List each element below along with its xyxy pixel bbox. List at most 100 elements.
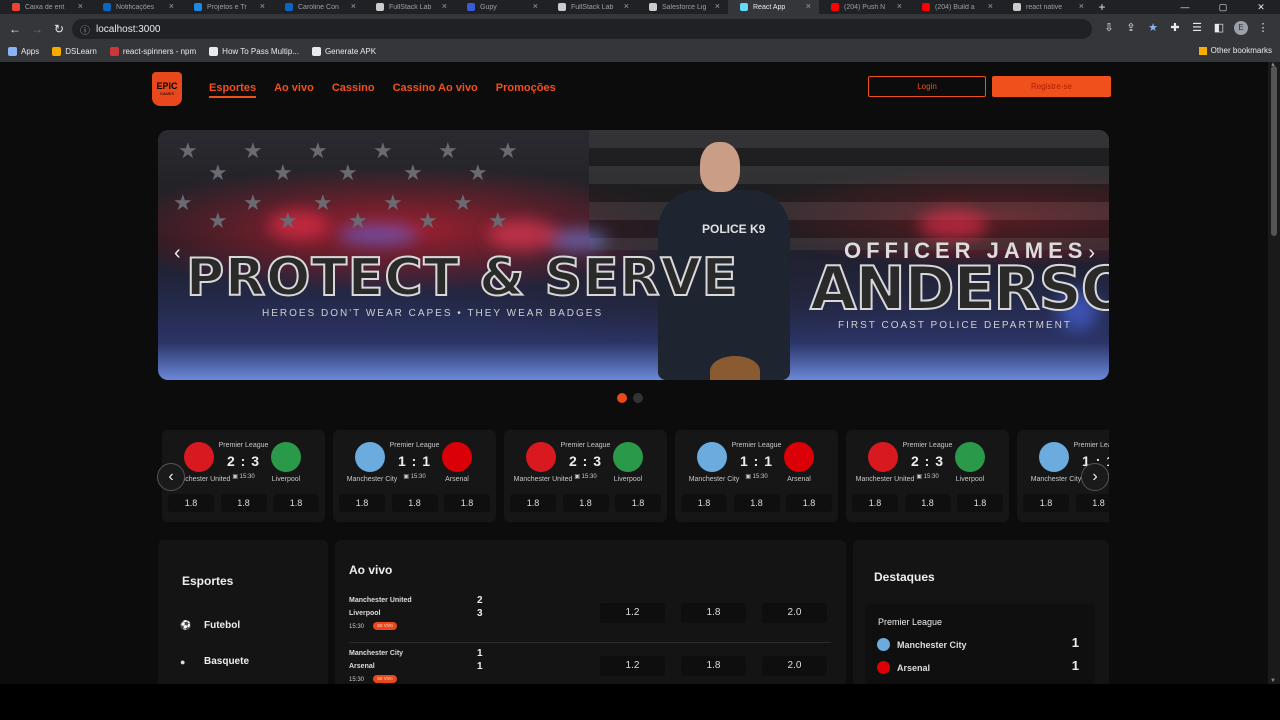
odd-button[interactable]: 1.8 xyxy=(444,494,490,512)
login-button[interactable]: Login xyxy=(868,76,986,97)
highlight-card[interactable]: Premier League Manchester City 1 Arsenal… xyxy=(865,604,1095,684)
odd-button[interactable]: 1.8 xyxy=(681,656,746,676)
tab-close-icon[interactable]: × xyxy=(260,1,265,11)
odd-button[interactable]: 1.8 xyxy=(168,494,214,512)
other-bookmarks[interactable]: Other bookmarks xyxy=(1198,46,1272,55)
match-card[interactable]: Premier League 2 : 3 ▣ 15:30 Manchester Uni… xyxy=(846,430,1009,522)
live-match-row[interactable]: Manchester City Arsenal 1 1 15:30 ao vivo 1.2 1… xyxy=(349,648,831,684)
profile-avatar[interactable]: E xyxy=(1234,21,1248,35)
odd-button[interactable]: 1.2 xyxy=(600,656,665,676)
address-bar[interactable]: ⓘ localhost:3000 xyxy=(72,19,1092,39)
bookmark-item[interactable]: DSLearn xyxy=(52,46,97,56)
browser-tab[interactable]: (204) Build a × xyxy=(910,0,1001,14)
odd-button[interactable]: 2.0 xyxy=(762,656,827,676)
nav-item[interactable]: Cassino Ao vivo xyxy=(393,82,478,98)
side-panel-icon[interactable]: ◧ xyxy=(1212,21,1226,35)
new-tab-icon[interactable]: + xyxy=(1092,0,1112,14)
match-card[interactable]: Premier League1 : 1▣ 15:30Manchester Cit… xyxy=(675,430,838,522)
odd-button[interactable]: 1.8 xyxy=(957,494,1003,512)
banner-next-icon[interactable]: › xyxy=(1088,242,1095,265)
tab-label: FullStack Lab xyxy=(571,3,614,11)
close-window-icon[interactable]: ✕ xyxy=(1242,0,1280,14)
tab-close-icon[interactable]: × xyxy=(624,1,629,11)
install-icon[interactable]: ⇩ xyxy=(1102,21,1116,35)
odd-button[interactable]: 1.8 xyxy=(615,494,661,512)
browser-tab[interactable]: Salesforce Lig × xyxy=(637,0,728,14)
bookmark-item[interactable]: How To Pass Multip... xyxy=(209,46,299,56)
odd-button[interactable]: 1.8 xyxy=(1023,494,1069,512)
nav-item[interactable]: Promoções xyxy=(496,82,556,98)
odd-button[interactable]: 1.8 xyxy=(852,494,898,512)
match-card[interactable]: Premier League 2 : 3 ▣ 15:30 Manchester Uni… xyxy=(162,430,325,522)
browser-tab[interactable]: FullStack Lab × xyxy=(364,0,455,14)
browser-tab[interactable]: Gupy × xyxy=(455,0,546,14)
forward-icon[interactable]: → xyxy=(26,22,48,36)
odd-button[interactable]: 1.8 xyxy=(562,494,609,512)
tab-close-icon[interactable]: × xyxy=(533,1,538,11)
bookmark-item[interactable]: Apps xyxy=(8,46,39,56)
maximize-icon[interactable]: ▢ xyxy=(1204,0,1242,14)
tab-close-icon[interactable]: × xyxy=(897,1,902,11)
tab-close-icon[interactable]: × xyxy=(806,1,811,11)
info-icon[interactable]: ⓘ xyxy=(80,22,90,37)
reload-icon[interactable]: ↻ xyxy=(48,22,70,36)
page-scrollbar[interactable]: ▲ ▼ xyxy=(1268,62,1280,684)
odds-row: 1.8 1.8 1.8 xyxy=(681,494,832,512)
tab-close-icon[interactable]: × xyxy=(715,1,720,11)
odd-button[interactable]: 1.8 xyxy=(786,494,832,512)
match-card[interactable]: Premier League1 : 1▣ 15:30Manchester Cit… xyxy=(333,430,496,522)
bookmark-item[interactable]: react-spinners - npm xyxy=(109,46,196,56)
browser-tab[interactable]: react native × xyxy=(1001,0,1092,14)
sport-item-futebol[interactable]: ⚽ Futebol xyxy=(180,620,240,631)
odd-button[interactable]: 1.8 xyxy=(339,494,385,512)
minimize-icon[interactable]: — xyxy=(1166,0,1204,14)
matches-next-button[interactable]: › xyxy=(1081,463,1109,491)
bookmark-item[interactable]: Generate APK xyxy=(311,46,376,56)
live-match-row[interactable]: Manchester United Liverpool 2 3 15:30 ao vivo… xyxy=(349,595,831,643)
star-icon[interactable]: ★ xyxy=(1146,21,1160,35)
reading-list-icon[interactable]: ☰ xyxy=(1190,21,1204,35)
tab-close-icon[interactable]: × xyxy=(78,1,83,11)
odd-button[interactable]: 1.8 xyxy=(220,494,267,512)
register-button[interactable]: Registre-se xyxy=(992,76,1111,97)
tab-close-icon[interactable]: × xyxy=(169,1,174,11)
browser-tab[interactable]: Caixa de ent × xyxy=(0,0,91,14)
browser-tab[interactable]: (204) Push N × xyxy=(819,0,910,14)
odd-button[interactable]: 1.8 xyxy=(391,494,438,512)
epic-logo[interactable]: EPIC GAMES xyxy=(152,72,182,106)
tab-close-icon[interactable]: × xyxy=(1079,1,1084,11)
odd-button[interactable]: 1.8 xyxy=(510,494,556,512)
nav-item[interactable]: Ao vivo xyxy=(274,82,314,98)
browser-tab[interactable]: Projetos e Tr × xyxy=(182,0,273,14)
tab-close-icon[interactable]: × xyxy=(442,1,447,11)
match-card[interactable]: Premier League 2 : 3 ▣ 15:30 Manchester Uni… xyxy=(504,430,667,522)
odd-button[interactable]: 2.0 xyxy=(762,603,827,623)
odd-button[interactable]: 1.8 xyxy=(1075,494,1109,512)
menu-kebab-icon[interactable]: ⋮ xyxy=(1256,21,1270,35)
carousel-dot[interactable] xyxy=(617,393,627,403)
url-text[interactable]: localhost:3000 xyxy=(96,24,161,35)
browser-tab[interactable]: Caroline Con × xyxy=(273,0,364,14)
matches-prev-button[interactable]: ‹ xyxy=(157,463,185,491)
share-icon[interactable]: ⇪ xyxy=(1124,21,1138,35)
odd-button[interactable]: 1.8 xyxy=(904,494,951,512)
carousel-dot[interactable] xyxy=(633,393,643,403)
browser-tab[interactable]: React App × xyxy=(728,0,819,14)
page-content: EPIC GAMES Esportes Ao vivo Cassino Cassino… xyxy=(0,62,1268,684)
odd-button[interactable]: 1.8 xyxy=(733,494,780,512)
tab-close-icon[interactable]: × xyxy=(988,1,993,11)
nav-item[interactable]: Esportes xyxy=(209,82,257,98)
scrollbar-thumb[interactable] xyxy=(1271,66,1277,236)
odd-button[interactable]: 1.8 xyxy=(681,603,746,623)
extensions-icon[interactable]: ✚ xyxy=(1168,21,1182,35)
browser-tab[interactable]: Notificações × xyxy=(91,0,182,14)
tab-close-icon[interactable]: × xyxy=(351,1,356,11)
sport-item-basquete[interactable]: ● Basquete xyxy=(180,656,249,667)
odd-button[interactable]: 1.8 xyxy=(681,494,727,512)
odd-button[interactable]: 1.2 xyxy=(600,603,665,623)
banner-prev-icon[interactable]: ‹ xyxy=(174,242,181,265)
back-icon[interactable]: ← xyxy=(4,22,26,36)
odd-button[interactable]: 1.8 xyxy=(273,494,319,512)
nav-item[interactable]: Cassino xyxy=(332,82,375,98)
browser-tab[interactable]: FullStack Lab × xyxy=(546,0,637,14)
